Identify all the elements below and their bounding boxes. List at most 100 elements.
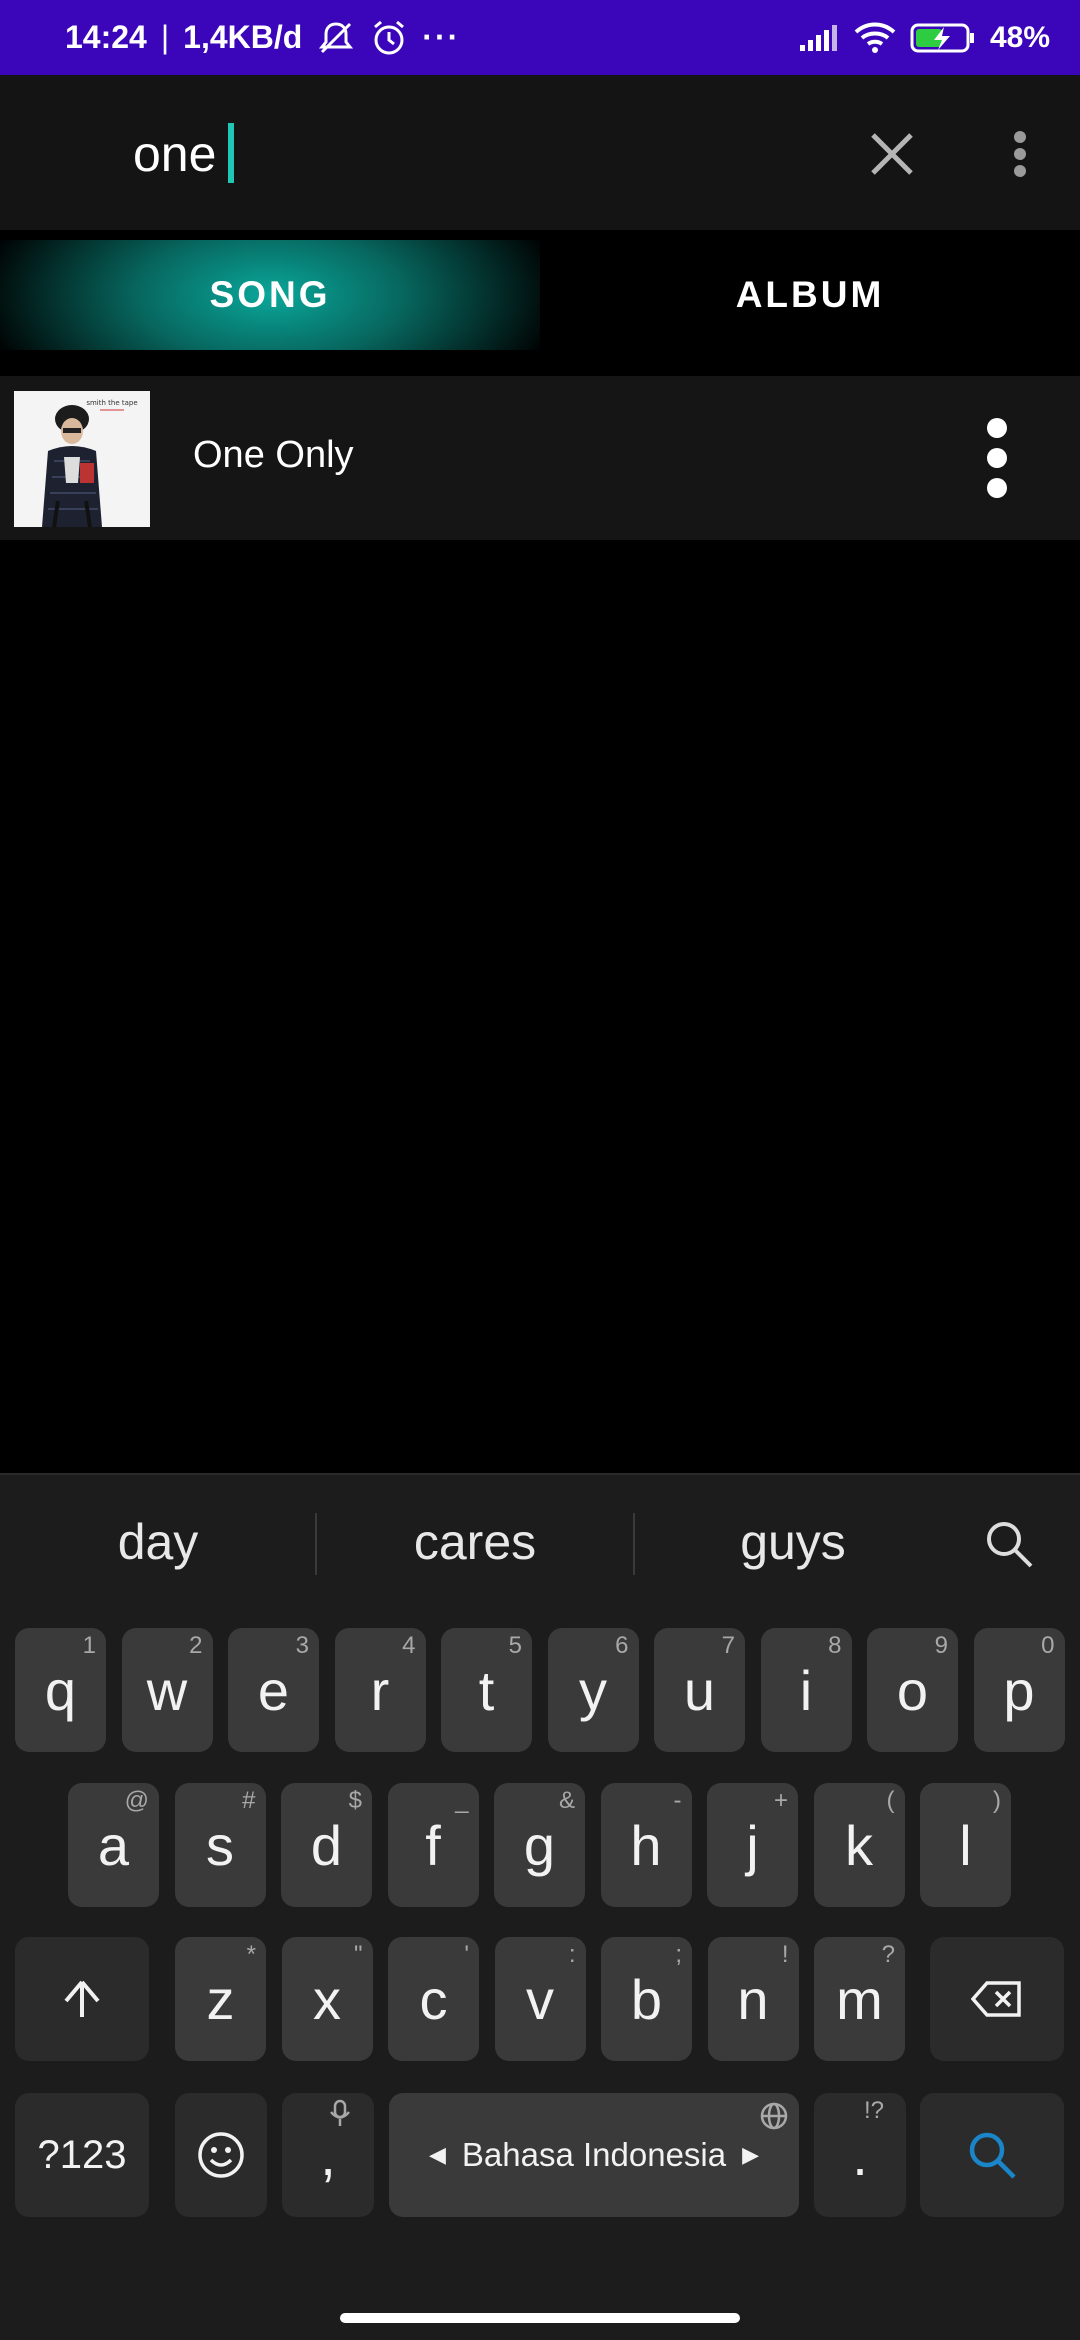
key-label: b [630,1967,663,2031]
key-m[interactable]: m? [814,1937,905,2061]
key-l[interactable]: l) [920,1783,1011,1907]
key-x[interactable]: x " [281,1937,373,2061]
key-hint: _ [455,1787,469,1814]
key-label: a [97,1813,130,1877]
battery-charging-icon [910,22,976,54]
key-label: u [683,1658,716,1722]
close-icon[interactable] [863,125,921,183]
suggestion-2[interactable]: cares [345,1513,605,1571]
key-hint: 0 [1041,1632,1055,1659]
comma-key[interactable]: , [282,2093,374,2217]
svg-text:smith the tape: smith the tape [86,399,137,407]
period-hint: !? [863,2097,884,2124]
key-hint: - [673,1787,682,1814]
chevron-right-icon: ▶ [742,2142,760,2167]
key-b[interactable]: b; [601,1937,692,2061]
key-label: s [206,1813,234,1877]
key-z[interactable]: z * [175,1937,266,2061]
key-label: d [310,1813,343,1877]
album-art: smith the tape [14,391,150,527]
key-label: k [845,1813,873,1877]
search-icon[interactable] [983,1518,1035,1570]
key-q[interactable]: q1 [15,1628,106,1752]
key-label: o [896,1658,929,1722]
key-f[interactable]: f _ [387,1783,479,1907]
globe-icon [759,2101,789,2138]
key-hint: " [353,1941,363,1968]
key-label: r [370,1658,390,1722]
key-o[interactable]: o9 [867,1628,958,1752]
home-indicator[interactable] [340,2313,740,2323]
tab-song[interactable]: SONG [0,240,540,350]
shift-key[interactable] [15,1937,149,2061]
key-hint: $ [348,1787,362,1814]
key-label: f [425,1813,441,1877]
space-language-label: Bahasa Indonesia [461,2136,727,2173]
suggestion-3[interactable]: guys [663,1513,923,1571]
key-a[interactable]: a @ [68,1783,159,1907]
key-label: x [313,1967,341,2031]
key-hint: + [773,1787,788,1814]
emoji-icon [198,2132,244,2178]
more-vert-icon[interactable] [985,418,1009,498]
search-bar: one [0,75,1080,230]
symbols-key[interactable]: ?123 [15,2093,149,2217]
key-j[interactable]: j + [707,1783,798,1907]
key-label: m [836,1967,883,2031]
alarm-icon [370,19,408,57]
suggestion-strip: day cares guys [0,1473,1080,1615]
key-t[interactable]: t5 [441,1628,532,1752]
key-p[interactable]: p0 [973,1628,1065,1752]
signal-icon [798,23,840,53]
key-label: j [746,1813,759,1877]
key-label: y [579,1658,607,1722]
search-action-key[interactable] [920,2093,1064,2217]
key-hint: 7 [721,1632,735,1659]
key-label: e [257,1658,290,1722]
key-g[interactable]: g & [494,1783,585,1907]
key-r[interactable]: r4 [334,1628,426,1752]
key-label: v [526,1967,554,2031]
key-n[interactable]: n! [707,1937,799,2061]
emoji-key[interactable] [175,2093,267,2217]
space-key[interactable]: ◀ Bahasa Indonesia ▶ [389,2093,799,2217]
key-hint: : [568,1941,576,1968]
tab-album[interactable]: ALBUM [540,240,1080,350]
key-u[interactable]: u7 [654,1628,745,1752]
key-d[interactable]: d $ [281,1783,372,1907]
key-hint: 3 [295,1632,309,1659]
search-input[interactable]: one [133,125,216,183]
key-hint: 5 [508,1632,522,1659]
key-w[interactable]: w2 [121,1628,213,1752]
status-time: 14:24 [65,19,147,55]
song-list-item[interactable]: smith the tape One Only [0,376,1080,540]
key-k[interactable]: k( [813,1783,905,1907]
key-e[interactable]: e3 [228,1628,319,1752]
more-vert-icon[interactable] [1000,125,1040,183]
period-label: . [852,2123,868,2187]
wifi-icon [854,22,896,54]
key-v[interactable]: v: [494,1937,586,2061]
period-key[interactable]: . !? [814,2093,906,2217]
key-label: l [959,1813,972,1877]
key-hint: @ [124,1787,149,1814]
key-h[interactable]: h- [600,1783,692,1907]
divider [315,1513,317,1575]
key-c[interactable]: c ' [388,1937,479,2061]
song-title: One Only [193,434,354,476]
key-label: c [419,1967,448,2031]
key-hint: # [242,1787,256,1814]
suggestion-1[interactable]: day [28,1513,288,1571]
key-y[interactable]: y6 [547,1628,639,1752]
key-hint: ) [993,1787,1001,1814]
backspace-key[interactable] [930,1937,1064,2061]
key-i[interactable]: i8 [760,1628,852,1752]
status-data-rate: 1,4KB/d [183,19,303,55]
status-more: ··· [422,19,461,55]
key-label: q [44,1658,77,1722]
key-label: z [206,1967,235,2031]
key-hint: ! [781,1941,789,1968]
key-s[interactable]: s # [174,1783,266,1907]
key-hint: 8 [828,1632,842,1659]
text-cursor [228,123,234,183]
